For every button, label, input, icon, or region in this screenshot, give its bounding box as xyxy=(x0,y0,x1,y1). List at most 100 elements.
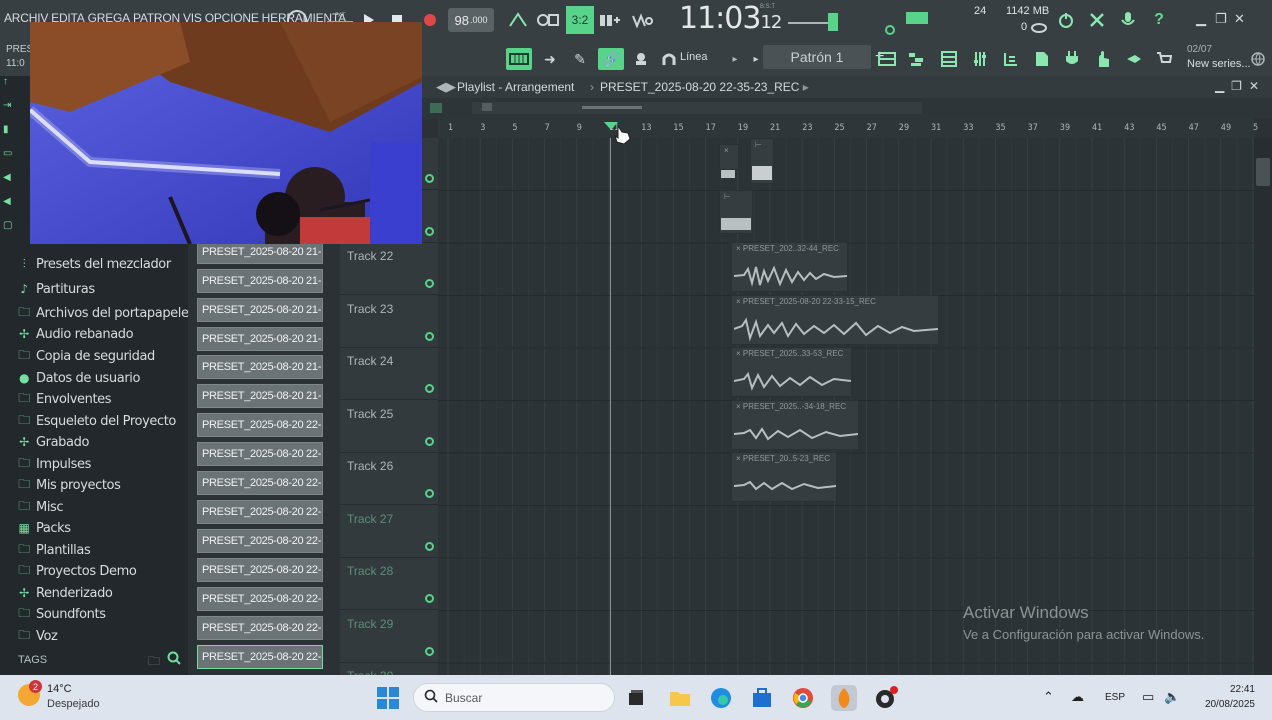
track-mute-led-icon[interactable] xyxy=(425,174,434,183)
arrow-right-icon[interactable]: ➜ xyxy=(539,48,561,70)
track-mute-led-icon[interactable] xyxy=(425,226,434,236)
clip-item[interactable]: PRESET_2025-08-20 21-... xyxy=(197,269,323,293)
track-row[interactable]: Track 23 xyxy=(340,296,438,348)
weather-description[interactable]: Despejado xyxy=(47,698,100,710)
track-mute-led-icon[interactable] xyxy=(425,541,434,551)
pencil-icon[interactable]: ✎ xyxy=(569,48,591,70)
audio-clip[interactable]: × PRESET_202..32-44_REC xyxy=(731,242,848,292)
clip-item[interactable]: PRESET_2025-08-20 22-... xyxy=(197,442,323,466)
metronome-icon[interactable] xyxy=(507,9,529,31)
strip-box-icon[interactable]: ▢ xyxy=(0,220,14,244)
snap-selector[interactable]: Línea xyxy=(680,51,708,63)
link-icon[interactable]: 🔗 xyxy=(598,48,624,70)
timeline-ruler[interactable]: 1 3 5 7 9 11 13 15 17 19 21 23 25 27 29 31 33 35 37 39 41 43 4… xyxy=(438,118,1258,138)
playlist-menu-icon[interactable]: ◀▶ xyxy=(436,79,456,95)
record-icon[interactable] xyxy=(419,9,441,31)
tray-chevron-up-icon[interactable]: ⌃ xyxy=(1043,689,1054,705)
edge-browser-icon[interactable] xyxy=(708,685,734,711)
touch-controller-icon[interactable] xyxy=(1092,48,1114,70)
master-pitch-knob[interactable] xyxy=(882,22,898,38)
tools-icon[interactable] xyxy=(1086,9,1108,31)
channel-rack-icon[interactable] xyxy=(938,48,960,70)
track-mute-led-icon[interactable] xyxy=(425,646,434,656)
news-link[interactable]: New series... xyxy=(1187,58,1251,70)
browser-item-plantillas[interactable]: 🗀 Plantillas xyxy=(16,540,91,560)
track-mute-led-icon[interactable] xyxy=(425,436,434,446)
playlist-arrangement-name[interactable]: PRESET_2025-08-20 22-35-23_REC ▸ xyxy=(600,80,809,94)
polyphony-knob[interactable] xyxy=(1031,20,1047,36)
track-mute-led-icon[interactable] xyxy=(425,489,434,498)
chrome-icon[interactable] xyxy=(790,685,816,711)
clip-item[interactable]: PRESET_2025-08-20 22-... xyxy=(197,413,323,437)
piano-roll-icon[interactable] xyxy=(906,48,928,70)
microphone-icon[interactable] xyxy=(1117,9,1139,31)
track-row[interactable]: Track 25 xyxy=(340,401,438,453)
microsoft-store-icon[interactable] xyxy=(749,685,775,711)
track-row[interactable]: Track 26 xyxy=(340,453,438,505)
browser-item-esqueleto-proyecto[interactable]: 🗀 Esqueleto del Proyecto xyxy=(16,411,176,431)
clip-item[interactable]: PRESET_2025-08-20 21-... xyxy=(197,298,323,322)
magnet-snap-icon[interactable] xyxy=(658,48,680,70)
playlist-overview-bar[interactable] xyxy=(422,98,1272,118)
wait-for-input-icon[interactable] xyxy=(537,9,559,31)
track-mute-led-icon[interactable] xyxy=(425,331,434,341)
browser-item-mis-proyectos[interactable]: 🗀 Mis proyectos xyxy=(16,475,121,495)
master-volume-slider[interactable] xyxy=(788,9,838,31)
clip-item[interactable]: PRESET_2025-08-20 22-... xyxy=(197,616,323,640)
tray-language[interactable]: ESP xyxy=(1105,692,1125,703)
help-icon[interactable]: ? xyxy=(1148,9,1170,31)
clip-item[interactable]: PRESET_2025-08-20 22-... xyxy=(197,529,323,553)
tags-folder-icon[interactable]: 🗀 xyxy=(148,652,160,673)
typing-keyboard-icon[interactable] xyxy=(506,48,532,70)
globe-icon[interactable] xyxy=(1247,48,1269,70)
clip-item[interactable]: PRESET_2025-08-20 22-... xyxy=(197,558,323,582)
browser-item-voz[interactable]: 🗀 Voz xyxy=(16,626,58,646)
track-mute-led-icon[interactable] xyxy=(425,279,434,288)
browser-item-archivos-portapapeles[interactable]: 🗀 Archivos del portapapeles xyxy=(16,303,195,323)
tray-volume-icon[interactable]: 🔈 xyxy=(1164,689,1180,705)
strip-speaker2-icon[interactable]: ◀ xyxy=(0,196,14,220)
tray-clock-date[interactable]: 20/08/2025 xyxy=(1196,699,1255,710)
weather-temperature[interactable]: 14°C xyxy=(47,683,72,695)
audio-clip[interactable]: × PRESET_2025-08-20 22-33-15_REC xyxy=(731,295,939,345)
audio-clip[interactable]: × PRESET_2025..33-53_REC xyxy=(731,347,852,397)
tray-network-icon[interactable]: ▭ xyxy=(1142,689,1154,705)
mixer-icon[interactable] xyxy=(969,48,991,70)
track-row[interactable]: Track 27 xyxy=(340,506,438,558)
strip-filter-icon[interactable]: ⇥ xyxy=(0,100,14,124)
project-file-icon[interactable] xyxy=(1031,48,1053,70)
browser-item-partituras[interactable]: ♪ Partituras xyxy=(16,279,95,299)
strip-folder-icon[interactable]: ▭ xyxy=(0,148,14,172)
browser-item-envolventes[interactable]: 🗀 Envolventes xyxy=(16,389,111,409)
clip-item[interactable]: PRESET_2025-08-20 22-... xyxy=(197,471,323,495)
scrollbar-thumb[interactable] xyxy=(1256,158,1270,186)
audio-clip[interactable]: × PRESET_2025..-34-18_REC xyxy=(731,400,859,450)
clip-item[interactable]: PRESET_2025-08-20 22-... xyxy=(197,500,323,524)
track-mute-led-icon[interactable] xyxy=(425,384,434,393)
windows-start-icon[interactable] xyxy=(375,685,401,711)
plugin-icon[interactable] xyxy=(1061,48,1083,70)
file-explorer-icon[interactable] xyxy=(667,685,693,711)
loop-record-icon[interactable] xyxy=(631,9,653,31)
tray-clock-time[interactable]: 22:41 xyxy=(1219,684,1255,695)
task-view-icon[interactable] xyxy=(623,685,649,711)
clip-item[interactable]: PRESET_2025-08-20 21-... xyxy=(197,327,323,351)
strip-speaker-icon[interactable]: ◀ xyxy=(0,172,14,196)
tray-cloud-icon[interactable]: ☁ xyxy=(1071,689,1084,705)
close-icon[interactable]: ✕ xyxy=(1234,11,1245,27)
clip-item[interactable]: PRESET_2025-08-20 21-... xyxy=(197,384,323,408)
track-mute-led-icon[interactable] xyxy=(425,594,434,603)
track-row[interactable]: Track 22 xyxy=(340,243,438,295)
snap-arrow-icon[interactable]: ▸ xyxy=(724,48,746,70)
clip-item-selected[interactable]: PRESET_2025-08-20 22-... xyxy=(197,645,323,669)
track-row[interactable]: Track 24 xyxy=(340,348,438,400)
browser-item-audio-rebanado[interactable]: ✢ Audio rebanado xyxy=(16,324,133,344)
shop-cart-icon[interactable] xyxy=(1153,48,1175,70)
fl-studio-icon[interactable] xyxy=(831,685,857,711)
tempo-display[interactable]: 98.000 xyxy=(448,8,494,32)
browser-item-grabado[interactable]: ✢ Grabado xyxy=(16,432,89,452)
browser-item-renderizado[interactable]: ✢ Renderizado xyxy=(16,583,113,603)
browser-item-soundfonts[interactable]: 🗀 Soundfonts xyxy=(16,604,106,624)
clip-item[interactable]: PRESET_2025-08-20 22-... xyxy=(197,587,323,611)
stamp-icon[interactable] xyxy=(630,48,652,70)
